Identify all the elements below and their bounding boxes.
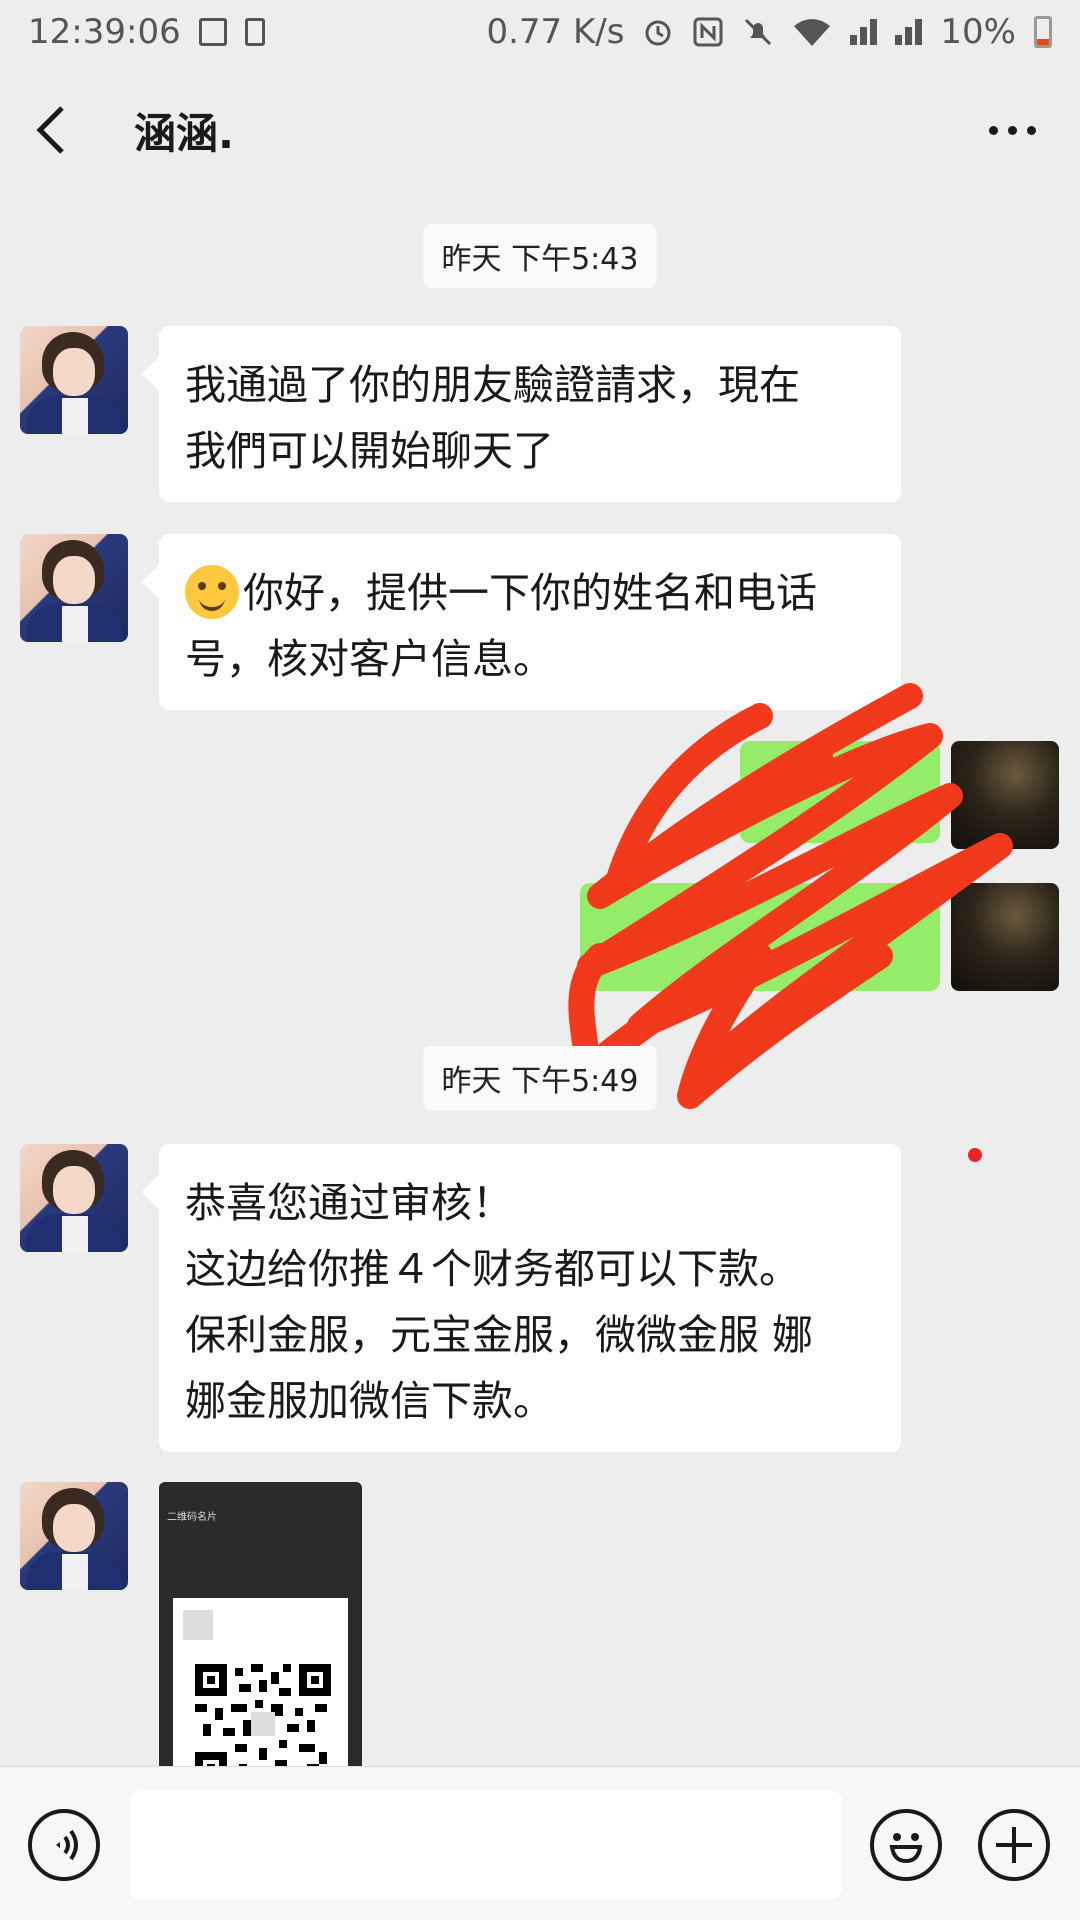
chat-area[interactable]: 昨天 下午5:43 我通過了你的朋友驗證請求，現在 我們可以開始聊天了 你好，提… — [0, 196, 1080, 1766]
received-message[interactable]: 你好，提供一下你的姓名和电话 号，核对客户信息。 — [159, 534, 901, 710]
input-bar — [0, 1766, 1080, 1920]
qr-panel — [173, 1598, 348, 1766]
status-left: 12:39:06 — [28, 12, 265, 52]
self-avatar[interactable] — [951, 741, 1059, 849]
alarm-icon — [642, 16, 674, 48]
message-line: 保利金服，元宝金服，微微金服 娜 — [185, 1311, 814, 1359]
phone-notify-icon — [244, 18, 265, 46]
voice-icon[interactable] — [28, 1809, 100, 1881]
avatar[interactable] — [20, 1482, 128, 1590]
sent-message[interactable] — [740, 741, 940, 843]
battery-percent: 10% — [940, 12, 1016, 52]
message-line: 这边给你推４个财务都可以下款。 — [185, 1245, 800, 1293]
message-line: 恭喜您通过审核！ — [185, 1179, 513, 1227]
timestamp: 昨天 下午5:49 — [423, 1046, 657, 1110]
avatar[interactable] — [20, 534, 128, 642]
unread-dot — [968, 1148, 982, 1162]
nfc-icon — [692, 16, 724, 48]
network-speed: 0.77 K/s — [486, 12, 625, 52]
gallery-icon — [198, 18, 227, 46]
status-time: 12:39:06 — [28, 12, 181, 52]
chat-title: 涵涵. — [134, 108, 234, 158]
qr-card-title: 二维码名片 — [167, 1512, 217, 1523]
self-avatar[interactable] — [951, 883, 1059, 991]
signal-icon — [850, 19, 878, 45]
message-line: 我們可以開始聊天了 — [185, 427, 554, 475]
avatar[interactable] — [20, 326, 128, 434]
qr-image-message[interactable]: 二维码名片 — [159, 1482, 362, 1766]
message-line: 我通過了你的朋友驗證請求，現在 — [185, 361, 800, 409]
chat-header: 涵涵. — [0, 64, 1080, 196]
smile-emoji — [185, 565, 239, 619]
status-bar: 12:39:06 0.77 K/s 10% — [0, 0, 1080, 64]
add-icon[interactable] — [978, 1809, 1050, 1881]
emoji-icon[interactable] — [870, 1809, 942, 1881]
message-line: 号，核对客户信息。 — [185, 635, 554, 683]
signal-icon-2 — [895, 19, 923, 45]
more-icon[interactable] — [979, 106, 1046, 155]
mute-icon — [742, 16, 774, 48]
user-icon — [183, 1610, 213, 1640]
back-icon[interactable] — [34, 100, 94, 160]
message-input[interactable] — [130, 1791, 842, 1899]
battery-icon — [1034, 16, 1052, 48]
qr-code-icon — [195, 1664, 331, 1766]
status-right: 0.77 K/s 10% — [486, 12, 1052, 52]
sent-message[interactable] — [580, 883, 940, 991]
avatar[interactable] — [20, 1144, 128, 1252]
message-line: 娜金服加微信下款。 — [185, 1377, 554, 1425]
message-line: 你好，提供一下你的姓名和电话 — [185, 560, 875, 626]
received-message[interactable]: 我通過了你的朋友驗證請求，現在 我們可以開始聊天了 — [159, 326, 901, 502]
timestamp: 昨天 下午5:43 — [423, 224, 657, 288]
wifi-icon — [792, 16, 832, 48]
received-message[interactable]: 恭喜您通过审核！ 这边给你推４个财务都可以下款。 保利金服，元宝金服，微微金服 … — [159, 1144, 901, 1452]
